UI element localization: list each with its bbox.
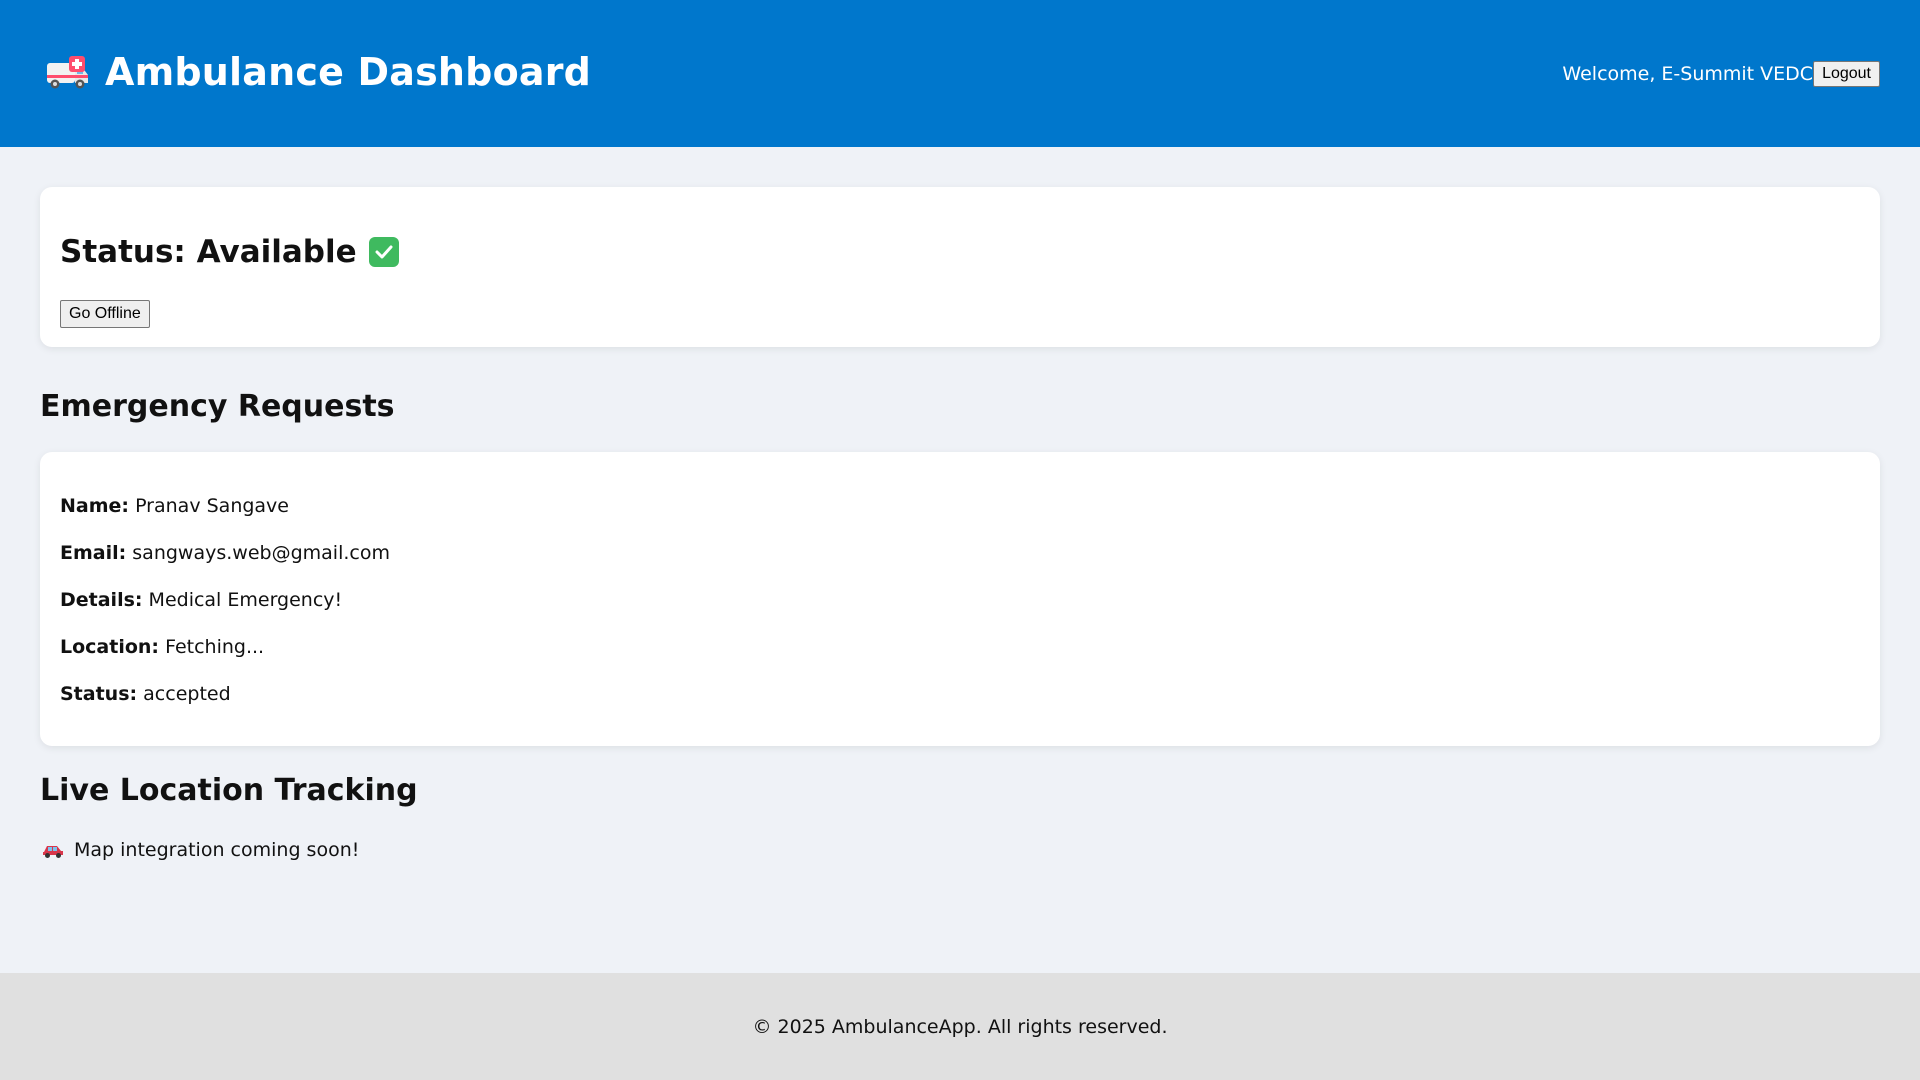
request-name-value: Pranav Sangave [135,495,289,517]
check-mark-icon [368,237,399,267]
request-details-label: Details: [60,589,143,611]
request-card: Name: Pranav Sangave Email: sangways.web… [40,452,1880,746]
user-area: Welcome, E-Summit VEDC Logout [1562,61,1880,87]
request-location-label: Location: [60,636,160,658]
request-status-label: Status: [60,683,138,705]
car-icon [42,842,64,858]
request-status: Status: accepted [60,683,231,705]
status-label: Status: Available [60,234,357,270]
request-details: Details: Medical Emergency! [60,589,342,611]
request-location: Location: Fetching... [60,636,264,658]
ambulance-icon [45,53,89,91]
request-email: Email: sangways.web@gmail.com [60,542,390,564]
welcome-text: Welcome, E-Summit VEDC [1562,63,1814,85]
request-location-value: Fetching... [165,636,265,658]
go-offline-button[interactable]: Go Offline [60,300,150,328]
request-name: Name: Pranav Sangave [60,495,289,517]
brand: Ambulance Dashboard [45,50,591,94]
footer-text: © 2025 AmbulanceApp. All rights reserved… [752,1015,1168,1038]
request-name-label: Name: [60,495,130,517]
request-status-value: accepted [143,683,231,705]
logout-button[interactable]: Logout [1813,61,1880,87]
footer: © 2025 AmbulanceApp. All rights reserved… [0,973,1920,1080]
live-tracking-heading: Live Location Tracking [40,773,418,808]
map-note: Map integration coming soon! [42,839,359,861]
page-title: Ambulance Dashboard [105,50,592,94]
status-line: Status: Available [60,234,399,270]
request-email-label: Email: [60,542,127,564]
map-note-text: Map integration coming soon! [74,839,360,861]
emergency-requests-heading: Emergency Requests [40,389,395,424]
request-email-value: sangways.web@gmail.com [132,542,390,564]
request-details-value: Medical Emergency! [148,589,343,611]
app-header: Ambulance Dashboard Welcome, E-Summit VE… [0,0,1920,147]
status-card: Status: Available Go Offline [40,187,1880,347]
